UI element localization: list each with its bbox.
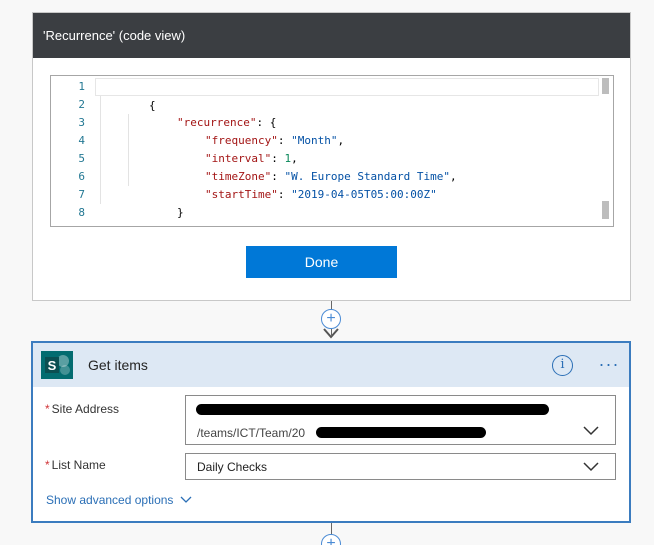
code-string: "2019-04-05T05:00:00Z" — [291, 188, 437, 201]
scrollbar-thumb[interactable] — [602, 78, 609, 94]
code-content[interactable]: { "recurrence": { "frequency": "Month", … — [95, 76, 599, 226]
get-items-title: Get items — [88, 357, 148, 373]
line-number: 1 — [78, 80, 85, 93]
code-punct: , — [450, 170, 457, 183]
line-number: 8 — [78, 206, 85, 219]
redaction-mark — [316, 427, 486, 438]
recurrence-card-title: 'Recurrence' (code view) — [43, 28, 186, 43]
line-number: 2 — [78, 98, 85, 111]
done-button[interactable]: Done — [246, 246, 397, 278]
scrollbar-marker — [602, 201, 609, 219]
code-line-3: "frequency": "Month", — [152, 114, 344, 147]
line-number: 5 — [78, 152, 85, 165]
ellipsis-icon[interactable]: ··· — [596, 353, 622, 377]
line-number-gutter: 1 2 3 4 5 6 7 8 — [51, 76, 93, 226]
list-name-label: * List Name — [45, 458, 106, 472]
site-address-field[interactable]: /teams/ICT/Team/20 — [185, 395, 616, 445]
recurrence-card: 'Recurrence' (code view) 1 2 3 4 5 6 7 8… — [32, 12, 631, 301]
list-name-dropdown[interactable]: Daily Checks — [185, 453, 616, 480]
add-step-plus-icon[interactable]: + — [321, 534, 341, 545]
code-line-5: "timeZone": "W. Europe Standard Time", — [152, 150, 457, 183]
show-advanced-options-link[interactable]: Show advanced options — [46, 493, 192, 507]
code-line-1: { — [95, 78, 599, 112]
required-mark: * — [45, 458, 50, 472]
required-mark: * — [45, 402, 50, 416]
site-address-label: * Site Address — [45, 402, 120, 416]
code-line-6: "startTime": "2019-04-05T05:00:00Z" — [152, 168, 437, 201]
chevron-down-icon[interactable] — [583, 462, 599, 472]
sharepoint-icon: S — [41, 351, 73, 379]
code-line-7: } — [124, 186, 184, 219]
code-punct: : — [277, 188, 292, 201]
line-number: 3 — [78, 116, 85, 129]
code-line-4: "interval": 1, — [152, 132, 298, 165]
line-number: 4 — [78, 134, 85, 147]
line-number: 6 — [78, 170, 85, 183]
get-items-card: S Get items i ··· * Site Address /teams/I… — [31, 341, 631, 523]
code-key: "startTime" — [204, 188, 278, 201]
editor-scrollbar[interactable] — [599, 76, 613, 226]
chevron-down-icon — [180, 496, 192, 503]
list-name-value: Daily Checks — [197, 460, 268, 474]
code-string: "Month" — [291, 134, 338, 147]
code-punct: , — [337, 134, 345, 147]
code-brace: } — [150, 224, 157, 226]
chevron-down-icon[interactable] — [583, 426, 599, 436]
info-icon[interactable]: i — [552, 355, 573, 376]
recurrence-card-header[interactable]: 'Recurrence' (code view) — [33, 13, 630, 58]
line-number: 7 — [78, 188, 85, 201]
svg-text:S: S — [48, 358, 57, 373]
code-line-2: "recurrence": { — [124, 96, 276, 129]
arrow-down-icon — [323, 328, 339, 339]
code-line-8: } — [97, 204, 157, 226]
get-items-card-header[interactable]: S Get items i ··· — [33, 343, 629, 387]
code-brace: } — [176, 206, 184, 219]
redaction-mark — [196, 404, 549, 415]
site-address-value: /teams/ICT/Team/20 — [197, 426, 306, 440]
code-editor[interactable]: 1 2 3 4 5 6 7 8 { "recurrence": { "frequ… — [50, 75, 614, 227]
